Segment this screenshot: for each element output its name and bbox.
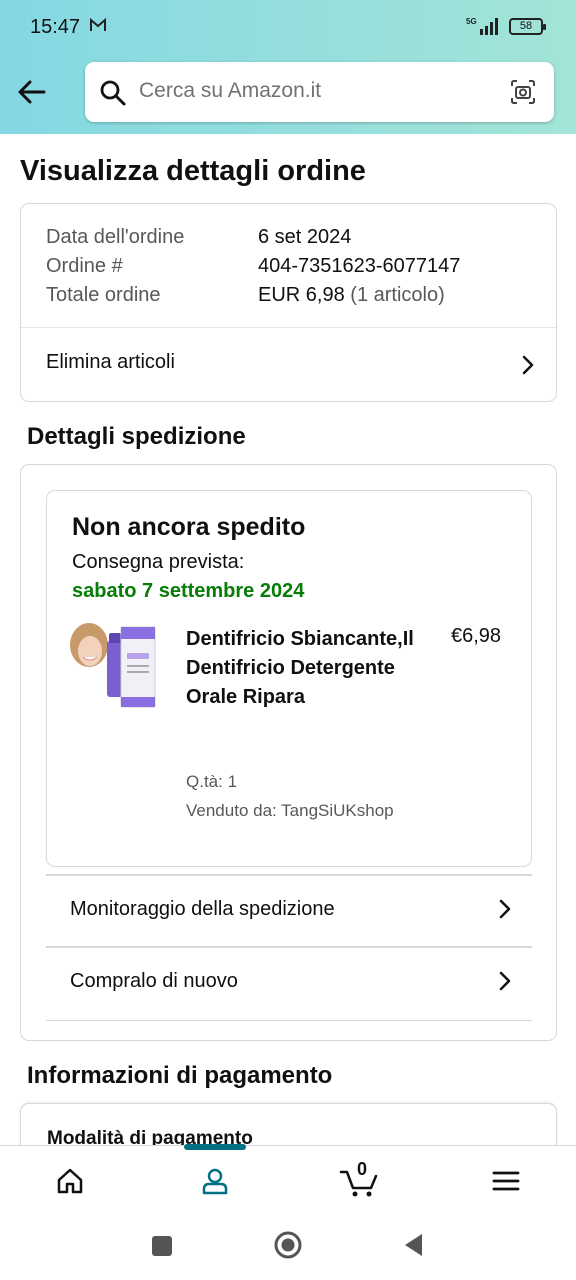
order-number-value: 404-7351623-6077147 — [258, 255, 461, 277]
buy-again-row[interactable]: Compralo di nuovo — [46, 948, 532, 1020]
payment-section-title: Informazioni di pagamento — [27, 1062, 333, 1089]
person-icon — [202, 1168, 228, 1195]
product-name[interactable]: Dentifricio Sbiancante,Il Dentifricio De… — [186, 625, 426, 712]
back-triangle-icon[interactable] — [402, 1232, 424, 1258]
gmail-icon — [90, 17, 106, 31]
nav-cart[interactable] — [320, 1146, 400, 1216]
svg-text:5G: 5G — [466, 17, 477, 26]
nav-home[interactable] — [30, 1146, 110, 1216]
track-shipment-label: Monitoraggio della spedizione — [70, 898, 335, 920]
chevron-right-icon — [522, 355, 534, 375]
product-price: €6,98 — [451, 625, 502, 647]
shipment-details: Non ancora spedito Consegna prevista: sa… — [46, 490, 532, 867]
search-icon — [100, 80, 126, 106]
divider — [46, 1020, 532, 1021]
product-image[interactable] — [69, 619, 161, 715]
track-shipment-row[interactable]: Monitoraggio della spedizione — [46, 876, 532, 946]
menu-icon — [492, 1171, 520, 1191]
bottom-nav: 0 — [0, 1144, 576, 1216]
product-quantity: Q.tà: 1 — [186, 772, 238, 791]
order-total-amount: EUR 6,98 — [258, 284, 345, 306]
remove-items-row[interactable]: Elimina articoli — [21, 328, 556, 402]
header: 15:47 5G 58 Cerca su Amazon.it — [0, 0, 576, 134]
status-time: 15:47 — [30, 16, 81, 38]
shipping-card: Non ancora spedito Consegna prevista: sa… — [20, 464, 557, 1041]
buy-again-label: Compralo di nuovo — [70, 970, 238, 992]
system-nav-bar — [0, 1215, 576, 1280]
order-number-label: Ordine # — [46, 255, 123, 277]
page-title: Visualizza dettagli ordine — [20, 155, 366, 187]
signal-icon: 5G — [466, 17, 498, 35]
order-total-label: Totale ordine — [46, 284, 161, 306]
home-icon — [57, 1168, 83, 1194]
shipment-status: Non ancora spedito — [72, 513, 306, 541]
delivery-eta-date: sabato 7 settembre 2024 — [72, 580, 305, 602]
camera-search-icon[interactable] — [509, 78, 537, 106]
remove-items-label: Elimina articoli — [46, 351, 175, 373]
order-date-label: Data dell'ordine — [46, 226, 185, 248]
cart-count-badge: 0 — [357, 1159, 368, 1179]
chevron-right-icon — [499, 899, 511, 919]
status-bar: 15:47 5G 58 — [0, 0, 576, 54]
order-date-value: 6 set 2024 — [258, 226, 352, 248]
nav-account[interactable] — [175, 1146, 255, 1216]
chevron-right-icon — [499, 971, 511, 991]
recents-icon[interactable] — [150, 1234, 174, 1258]
search-input[interactable]: Cerca su Amazon.it — [85, 62, 554, 122]
product-seller: Venduto da: TangSiUKshop — [186, 801, 394, 820]
order-total-value: EUR 6,98 (1 articolo) — [258, 284, 445, 307]
nav-menu[interactable] — [466, 1146, 546, 1216]
order-total-items: (1 articolo) — [350, 284, 445, 306]
home-circle-icon[interactable] — [273, 1230, 303, 1260]
battery-indicator: 58 — [509, 18, 546, 35]
shipping-section-title: Dettagli spedizione — [27, 423, 246, 450]
order-summary-card: Data dell'ordine 6 set 2024 Ordine # 404… — [20, 203, 557, 402]
delivery-eta-label: Consegna prevista: — [72, 551, 245, 573]
search-placeholder: Cerca su Amazon.it — [139, 79, 322, 102]
back-arrow-icon[interactable] — [14, 74, 50, 110]
